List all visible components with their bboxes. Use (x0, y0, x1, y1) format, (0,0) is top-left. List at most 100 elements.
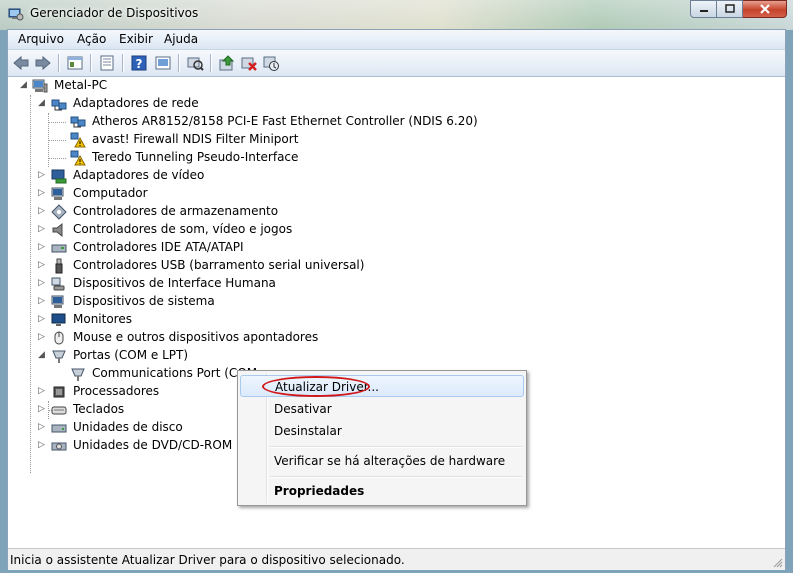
tree-leaf-label: Atheros AR8152/8158 PCI-E Fast Ethernet … (92, 114, 478, 128)
ide-icon (51, 244, 67, 253)
tree-node-label: Mouse e outros dispositivos apontadores (73, 330, 319, 344)
warning-network-adapter-icon (70, 132, 86, 148)
menu-exibir[interactable]: Exibir (119, 32, 153, 46)
tree-node-label: Computador (73, 186, 148, 200)
toolbar-separator (90, 54, 92, 72)
back-icon[interactable] (12, 54, 30, 72)
tree-leaf-teredo[interactable]: Teredo Tunneling Pseudo-Interface (8, 149, 785, 167)
annotation-oval (262, 376, 370, 397)
system-icon (51, 295, 64, 308)
usb-icon (55, 258, 63, 274)
expand-arrow-icon[interactable]: ▷ (38, 297, 47, 306)
expand-arrow-icon[interactable]: ▷ (38, 279, 47, 288)
tree-node-controladores-ide[interactable]: ▷ Controladores IDE ATA/ATAPI (8, 239, 785, 257)
expand-arrow-icon[interactable]: ▷ (38, 243, 47, 252)
tree-node-controladores-de-som[interactable]: ▷ Controladores de som, vídeo e jogos (8, 221, 785, 239)
tree-node-adaptadores-de-rede[interactable]: ◢ Adaptadores de rede (8, 95, 785, 113)
tree-node-computador[interactable]: ▷ Computador (8, 185, 785, 203)
update-driver-icon[interactable] (218, 54, 236, 72)
speaker-icon (52, 222, 63, 238)
menu-separator (270, 476, 522, 478)
tree-leaf-atheros[interactable]: Atheros AR8152/8158 PCI-E Fast Ethernet … (8, 113, 785, 131)
collapse-arrow-icon[interactable]: ◢ (38, 99, 47, 108)
tree-leaf-label: avast! Firewall NDIS Filter Miniport (92, 132, 299, 146)
expand-arrow-icon[interactable]: ▷ (38, 171, 47, 180)
tree-node-label: Controladores USB (barramento serial uni… (73, 258, 365, 272)
tree-root[interactable]: ◢ Metal-PC (8, 77, 785, 95)
title-bar[interactable]: Gerenciador de Dispositivos (0, 0, 793, 30)
expand-arrow-icon[interactable]: ▷ (38, 441, 47, 450)
tree-node-portas[interactable]: ◢ Portas (COM e LPT) (8, 347, 785, 365)
tree-node-label: Dispositivos de sistema (73, 294, 215, 308)
tree-node-label: Unidades de DVD/CD-ROM (73, 438, 233, 452)
collapse-arrow-icon[interactable]: ◢ (20, 81, 29, 90)
menu-separator (270, 446, 522, 448)
toolbar-separator (178, 54, 180, 72)
expand-arrow-icon[interactable]: ▷ (38, 225, 47, 234)
menu-item-label: Desinstalar (274, 424, 342, 438)
menu-item-verificar-hardware[interactable]: Verificar se há alterações de hardware (240, 450, 524, 472)
tree-node-mouse[interactable]: ▷ Mouse e outros dispositivos apontadore… (8, 329, 785, 347)
tree-node-controladores-usb[interactable]: ▷ Controladores USB (barramento serial u… (8, 257, 785, 275)
network-icon (51, 99, 67, 111)
toolbar-separator (58, 54, 60, 72)
menu-ajuda[interactable]: Ajuda (164, 32, 198, 46)
tree-node-label: Teclados (73, 402, 125, 416)
toolbar-separator (122, 54, 124, 72)
tree-root-label: Metal-PC (54, 78, 108, 92)
monitor-icon (51, 313, 66, 326)
maximize-button[interactable] (717, 0, 743, 18)
disable-icon[interactable] (262, 54, 280, 72)
dvd-icon (51, 442, 67, 451)
tree-node-monitores[interactable]: ▷ Monitores (8, 311, 785, 329)
mouse-icon (54, 331, 64, 345)
expand-arrow-icon[interactable]: ▷ (38, 189, 47, 198)
expand-arrow-icon[interactable]: ▷ (38, 387, 47, 396)
menu-item-desativar[interactable]: Desativar (240, 398, 524, 420)
display-adapter-icon (51, 169, 67, 184)
tree-node-label: Dispositivos de Interface Humana (73, 276, 276, 290)
close-button[interactable] (743, 0, 787, 18)
expand-arrow-icon[interactable]: ▷ (38, 261, 47, 270)
help-icon[interactable]: ? (130, 54, 148, 72)
tree-node-controladores-de-armazenamento[interactable]: ▷ Controladores de armazenamento (8, 203, 785, 221)
menu-bar: Arquivo Ação Exibir Ajuda (8, 30, 785, 50)
tree-node-label: Controladores de som, vídeo e jogos (73, 222, 293, 236)
tree-node-label: Unidades de disco (73, 420, 183, 434)
port-icon (71, 368, 85, 381)
computer-icon (51, 187, 64, 200)
tree-node-dispositivos-de-sistema[interactable]: ▷ Dispositivos de sistema (8, 293, 785, 311)
tree-node-dispositivos-de-interface-humana[interactable]: ▷ Dispositivos de Interface Humana (8, 275, 785, 293)
scan-hardware-icon[interactable] (186, 54, 204, 72)
menu-item-desinstalar[interactable]: Desinstalar (240, 420, 524, 442)
expand-arrow-icon[interactable]: ▷ (38, 207, 47, 216)
tree-leaf-label: Communications Port (COM (92, 366, 258, 380)
menu-acao[interactable]: Ação (77, 32, 106, 46)
expand-arrow-icon[interactable]: ▷ (38, 405, 47, 414)
device-manager-icon (8, 8, 24, 21)
keyboard-icon (51, 406, 67, 415)
menu-item-label: Verificar se há alterações de hardware (274, 454, 506, 468)
expand-arrow-icon[interactable]: ▷ (38, 315, 47, 324)
menu-item-propriedades[interactable]: Propriedades (240, 480, 524, 502)
collapse-arrow-icon[interactable]: ◢ (38, 351, 47, 360)
menu-item-label: Propriedades (274, 484, 365, 498)
expand-arrow-icon[interactable]: ▷ (38, 333, 47, 342)
minimize-button[interactable] (690, 0, 717, 18)
port-icon (52, 350, 66, 363)
tree-leaf-avast[interactable]: avast! Firewall NDIS Filter Miniport (8, 131, 785, 149)
tree-node-label: Controladores de armazenamento (73, 204, 279, 218)
uninstall-icon[interactable] (240, 54, 258, 72)
show-devices-icon[interactable] (154, 54, 172, 72)
forward-icon[interactable] (34, 54, 52, 72)
menu-arquivo[interactable]: Arquivo (18, 32, 64, 46)
expand-arrow-icon[interactable]: ▷ (38, 423, 47, 432)
tree-node-adaptadores-de-video[interactable]: ▷ Adaptadores de vídeo (8, 167, 785, 185)
status-bar: Inicia o assistente Atualizar Driver par… (8, 548, 785, 570)
tree-node-label: Adaptadores de rede (73, 96, 199, 110)
tree-view-icon[interactable] (66, 54, 84, 72)
tree-node-label: Portas (COM e LPT) (73, 348, 189, 362)
properties-icon[interactable] (98, 54, 116, 72)
tree-node-label: Monitores (73, 312, 132, 326)
resize-grip-icon[interactable] (773, 558, 783, 568)
